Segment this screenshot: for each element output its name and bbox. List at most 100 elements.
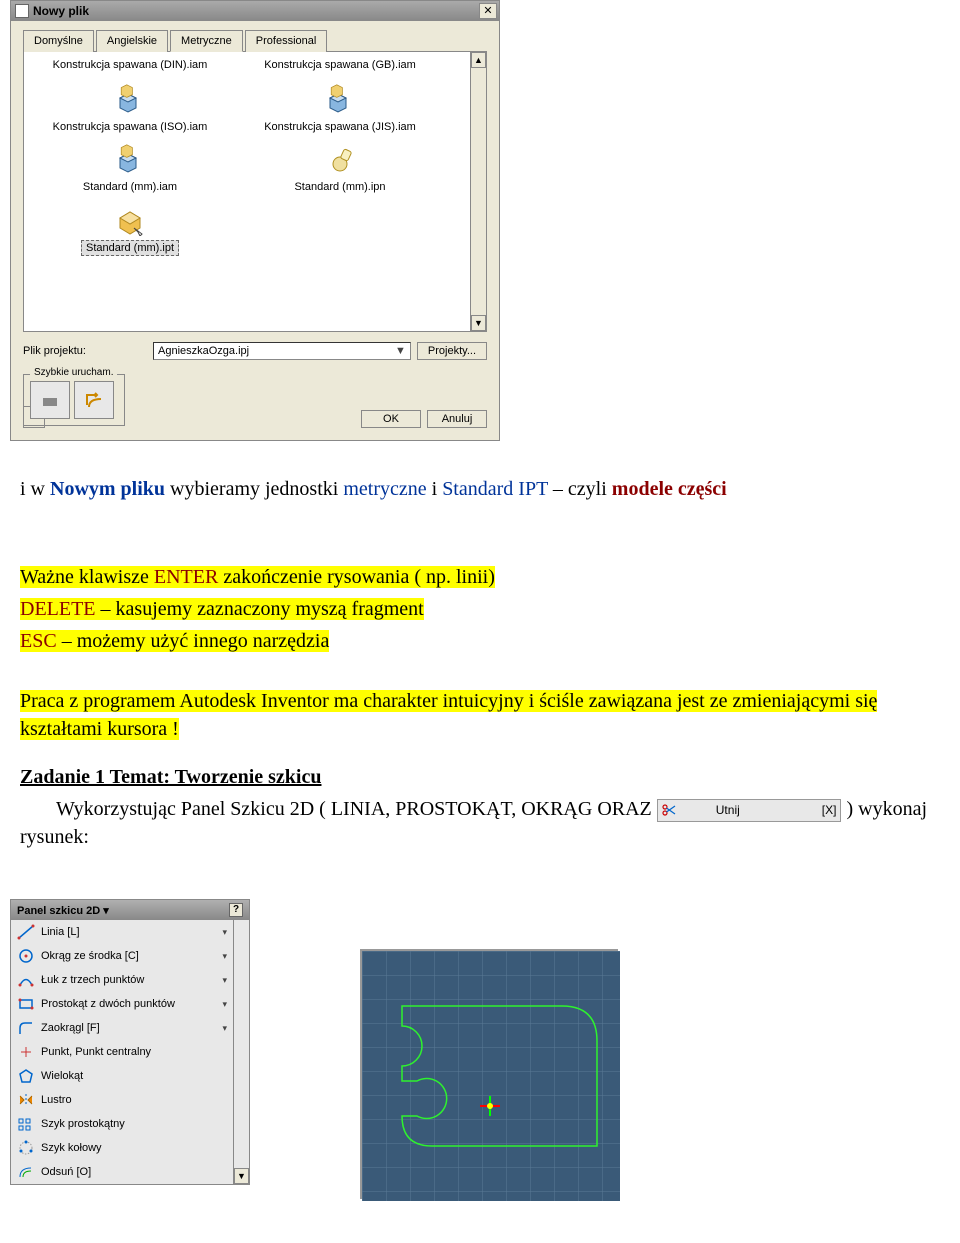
keys-line-2: DELETE – kasujemy zaznaczony myszą fragm… xyxy=(20,595,940,623)
tool-label: Szyk kołowy xyxy=(41,1142,227,1154)
scroll-up-button[interactable]: ▲ xyxy=(471,52,486,68)
tab-metric[interactable]: Metryczne xyxy=(170,30,243,52)
ok-button[interactable]: OK xyxy=(361,410,421,428)
file-type-icon xyxy=(324,84,356,116)
task-text: Wykorzystując Panel Szkicu 2D ( LINIA, P… xyxy=(20,795,940,851)
task-title: Zadanie 1 Temat: Tworzenie szkicu xyxy=(20,763,940,791)
tab-default[interactable]: Domyślne xyxy=(23,30,94,52)
file-item-5[interactable]: Standard (mm).ipn xyxy=(240,140,440,194)
quick-launch-button-1[interactable] xyxy=(30,381,70,419)
tool-circarray[interactable]: Szyk kołowy xyxy=(11,1136,233,1160)
dialog-title: Nowy plik xyxy=(33,4,479,18)
tool-rect[interactable]: Prostokąt z dwóch punktów ▾ xyxy=(11,992,233,1016)
tool-label: Szyk prostokątny xyxy=(41,1118,227,1130)
tool-label: Okrąg ze środka [C] xyxy=(41,950,218,962)
scroll-down-button[interactable]: ▼ xyxy=(471,315,486,331)
tool-rectarray[interactable]: Szyk prostokątny xyxy=(11,1112,233,1136)
document-body: i w Nowym pliku wybieramy jednostki metr… xyxy=(0,451,960,879)
tool-label: Zaokrągl [F] xyxy=(41,1022,218,1034)
tool-label: Wielokąt xyxy=(41,1070,227,1082)
panel-scrollbar[interactable]: ▼ xyxy=(233,920,249,1184)
chevron-down-icon: ▾ xyxy=(222,1023,227,1034)
polygon-icon xyxy=(17,1068,35,1084)
tool-offset[interactable]: Odsuń [O] xyxy=(11,1160,233,1184)
tool-polygon[interactable]: Wielokąt xyxy=(11,1064,233,1088)
tool-label: Punkt, Punkt centralny xyxy=(41,1046,227,1058)
para-intuitive: Praca z programem Autodesk Inventor ma c… xyxy=(20,687,940,743)
rectarray-icon xyxy=(17,1116,35,1132)
panel-help-button[interactable]: ? xyxy=(229,903,243,917)
tab-professional[interactable]: Professional xyxy=(245,30,328,52)
keys-line-1: Ważne klawisze ENTER zakończenie rysowan… xyxy=(20,563,940,591)
rect-icon xyxy=(17,996,35,1012)
panel-title-text: Panel szkicu 2D xyxy=(17,905,100,917)
quick-launch-button-2[interactable] xyxy=(74,381,114,419)
file-label: Standard (mm).ipn xyxy=(290,180,389,194)
file-type-icon xyxy=(114,204,146,236)
file-item-6[interactable]: Standard (mm).ipt xyxy=(30,200,230,256)
file-type-icon xyxy=(324,144,356,176)
tool-line[interactable]: Linia [L]▾ xyxy=(11,920,233,944)
tab-strip: Domyślne Angielskie Metryczne Profession… xyxy=(23,29,487,52)
tool-label: Lustro xyxy=(41,1094,227,1106)
file-item-1[interactable]: Konstrukcja spawana (GB).iam xyxy=(240,58,440,74)
file-type-icon xyxy=(114,144,146,176)
arc-icon xyxy=(17,972,35,988)
chevron-down-icon: ▼ xyxy=(395,345,406,357)
offset-icon xyxy=(17,1164,35,1180)
quick-launch-label: Szybkie urucham. xyxy=(30,367,117,378)
tool-label: Prostokąt z dwóch punktów xyxy=(41,998,218,1010)
file-label: Standard (mm).iam xyxy=(79,180,181,194)
tab-english[interactable]: Angielskie xyxy=(96,30,168,52)
sketch-panel-2d: Panel szkicu 2D ▾ ? Linia [L]▾Okrąg ze ś… xyxy=(10,899,250,1185)
file-label: Konstrukcja spawana (ISO).iam xyxy=(49,120,212,134)
file-item-0[interactable]: Konstrukcja spawana (DIN).iam xyxy=(30,58,230,74)
tool-label: Odsuń [O] xyxy=(41,1166,227,1178)
line-icon xyxy=(17,924,35,940)
file-item-2[interactable]: Konstrukcja spawana (ISO).iam xyxy=(30,80,230,134)
sketch-canvas xyxy=(360,949,618,1199)
file-list-pane: Konstrukcja spawana (DIN).iam Konstrukcja… xyxy=(23,52,487,332)
point-icon xyxy=(17,1044,35,1060)
tool-fillet[interactable]: Zaokrągl [F] ▾ xyxy=(11,1016,233,1040)
file-icon xyxy=(15,4,29,18)
file-label: Konstrukcja spawana (JIS).iam xyxy=(260,120,420,134)
fillet-icon xyxy=(17,1020,35,1036)
projects-button[interactable]: Projekty... xyxy=(417,342,487,360)
file-item-3[interactable]: Konstrukcja spawana (JIS).iam xyxy=(240,80,440,134)
close-button[interactable]: ✕ xyxy=(479,3,497,19)
chevron-down-icon: ▾ xyxy=(222,975,227,986)
file-label: Konstrukcja spawana (DIN).iam xyxy=(49,58,212,72)
cancel-button[interactable]: Anuluj xyxy=(427,410,487,428)
mirror-icon xyxy=(17,1092,35,1108)
project-label: Plik projektu: xyxy=(23,345,153,357)
project-select[interactable]: AgnieszkaOzga.ipj ▼ xyxy=(153,342,411,360)
chevron-down-icon: ▾ xyxy=(222,927,227,938)
project-value: AgnieszkaOzga.ipj xyxy=(158,345,249,357)
panel-titlebar: Panel szkicu 2D ▾ ? xyxy=(11,900,249,920)
scrollbar-vertical[interactable]: ▲ ▼ xyxy=(470,52,486,331)
dialog-body: Domyślne Angielskie Metryczne Profession… xyxy=(11,21,499,440)
intro-line: i w Nowym pliku wybieramy jednostki metr… xyxy=(20,475,940,503)
sketch-area: Panel szkicu 2D ▾ ? Linia [L]▾Okrąg ze ś… xyxy=(10,899,960,1199)
file-label: Standard (mm).ipt xyxy=(81,240,179,256)
tool-point[interactable]: Punkt, Punkt centralny xyxy=(11,1040,233,1064)
tool-arc[interactable]: Łuk z trzech punktów ▾ xyxy=(11,968,233,992)
utnij-button-inline: Utnij [X] xyxy=(657,799,842,822)
file-label: Konstrukcja spawana (GB).iam xyxy=(260,58,420,72)
dialog-titlebar: Nowy plik ✕ xyxy=(11,1,499,21)
chevron-down-icon: ▾ xyxy=(222,951,227,962)
quick-launch-fieldset: Szybkie urucham. xyxy=(23,374,125,426)
tool-label: Łuk z trzech punktów xyxy=(41,974,218,986)
tool-mirror[interactable]: Lustro xyxy=(11,1088,233,1112)
panel-scroll-down-button[interactable]: ▼ xyxy=(234,1168,249,1184)
chevron-down-icon: ▾ xyxy=(222,999,227,1010)
circarray-icon xyxy=(17,1140,35,1156)
tool-circle[interactable]: Okrąg ze środka [C] ▾ xyxy=(11,944,233,968)
keys-line-3: ESC – możemy użyć innego narzędzia xyxy=(20,627,940,655)
file-item-4[interactable]: Standard (mm).iam xyxy=(30,140,230,194)
project-row: Plik projektu: AgnieszkaOzga.ipj ▼ Proje… xyxy=(23,342,487,360)
circle-icon xyxy=(17,948,35,964)
file-type-icon xyxy=(114,84,146,116)
scissors-icon xyxy=(662,803,676,817)
